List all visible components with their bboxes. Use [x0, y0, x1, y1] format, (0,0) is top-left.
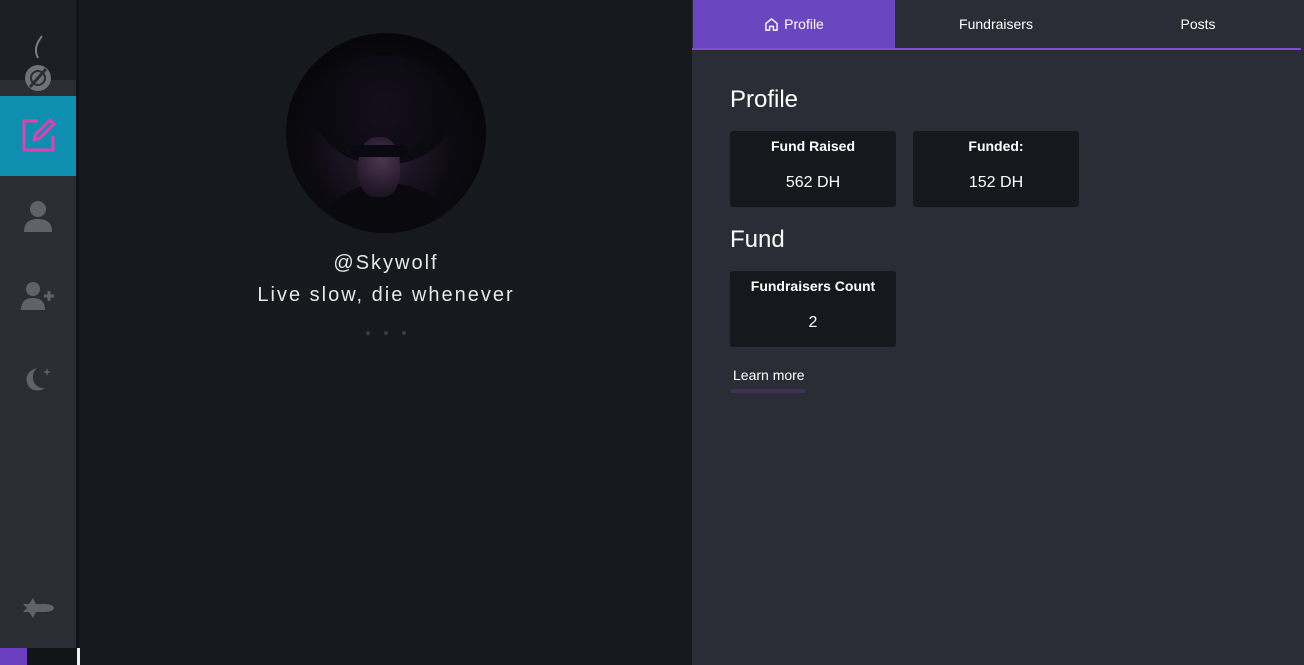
sidebar-bottom-accent — [0, 648, 27, 665]
learn-more-underline — [730, 389, 806, 393]
sidebar-divider — [76, 0, 79, 665]
home-icon — [765, 17, 778, 31]
fundraisers-count-label: Fundraisers Count — [750, 278, 876, 294]
tab-posts[interactable]: Posts — [1097, 0, 1299, 48]
avatar-mask — [350, 145, 408, 157]
fund-raised-card: Fund Raised 562 DH — [730, 131, 896, 207]
tab-profile-label: Profile — [784, 16, 824, 32]
funded-label: Funded: — [968, 138, 1024, 154]
sidebar-item-edit[interactable] — [0, 96, 76, 176]
moon-stars-icon — [26, 368, 51, 391]
sidebar-item-logout[interactable] — [0, 568, 76, 648]
sidebar-item-theme[interactable] — [0, 338, 76, 418]
fundraisers-count-value: 2 — [808, 314, 818, 331]
tab-fundraisers[interactable]: Fundraisers — [895, 0, 1097, 48]
sidebar-item-add-user[interactable] — [0, 256, 76, 336]
fundraisers-count-card: Fundraisers Count 2 — [730, 271, 896, 347]
user-icon — [24, 201, 52, 232]
learn-more-button[interactable]: Learn more — [730, 366, 806, 394]
fund-raised-label: Fund Raised — [770, 138, 855, 154]
bio: Live slow, die whenever — [257, 284, 515, 306]
rocket-icon — [23, 598, 54, 618]
learn-more-label: Learn more — [733, 367, 805, 383]
fund-raised-value: 562 DH — [785, 174, 841, 191]
right-panel: Profile Fundraisers Posts Profile Fund R… — [692, 0, 1304, 665]
tab-fundraisers-label: Fundraisers — [959, 16, 1033, 32]
logo-icon[interactable] — [20, 34, 56, 96]
add-user-icon — [21, 282, 54, 310]
tab-posts-label: Posts — [1180, 16, 1216, 32]
edit-icon — [22, 118, 56, 152]
divider-highlight — [77, 648, 80, 665]
sidebar — [0, 0, 76, 665]
fund-section-title: Fund — [730, 226, 785, 253]
more-dots-icon[interactable] — [366, 331, 406, 341]
username: @Skywolf — [333, 252, 439, 274]
sidebar-item-profile[interactable] — [0, 176, 76, 256]
funded-value: 152 DH — [968, 174, 1024, 191]
profile-section-title: Profile — [730, 86, 799, 113]
avatar[interactable] — [286, 33, 486, 233]
funded-card: Funded: 152 DH — [913, 131, 1079, 207]
sidebar-bottom-bar — [0, 648, 76, 665]
tab-bar: Profile Fundraisers Posts — [692, 0, 1301, 50]
tab-profile[interactable]: Profile — [693, 0, 895, 48]
